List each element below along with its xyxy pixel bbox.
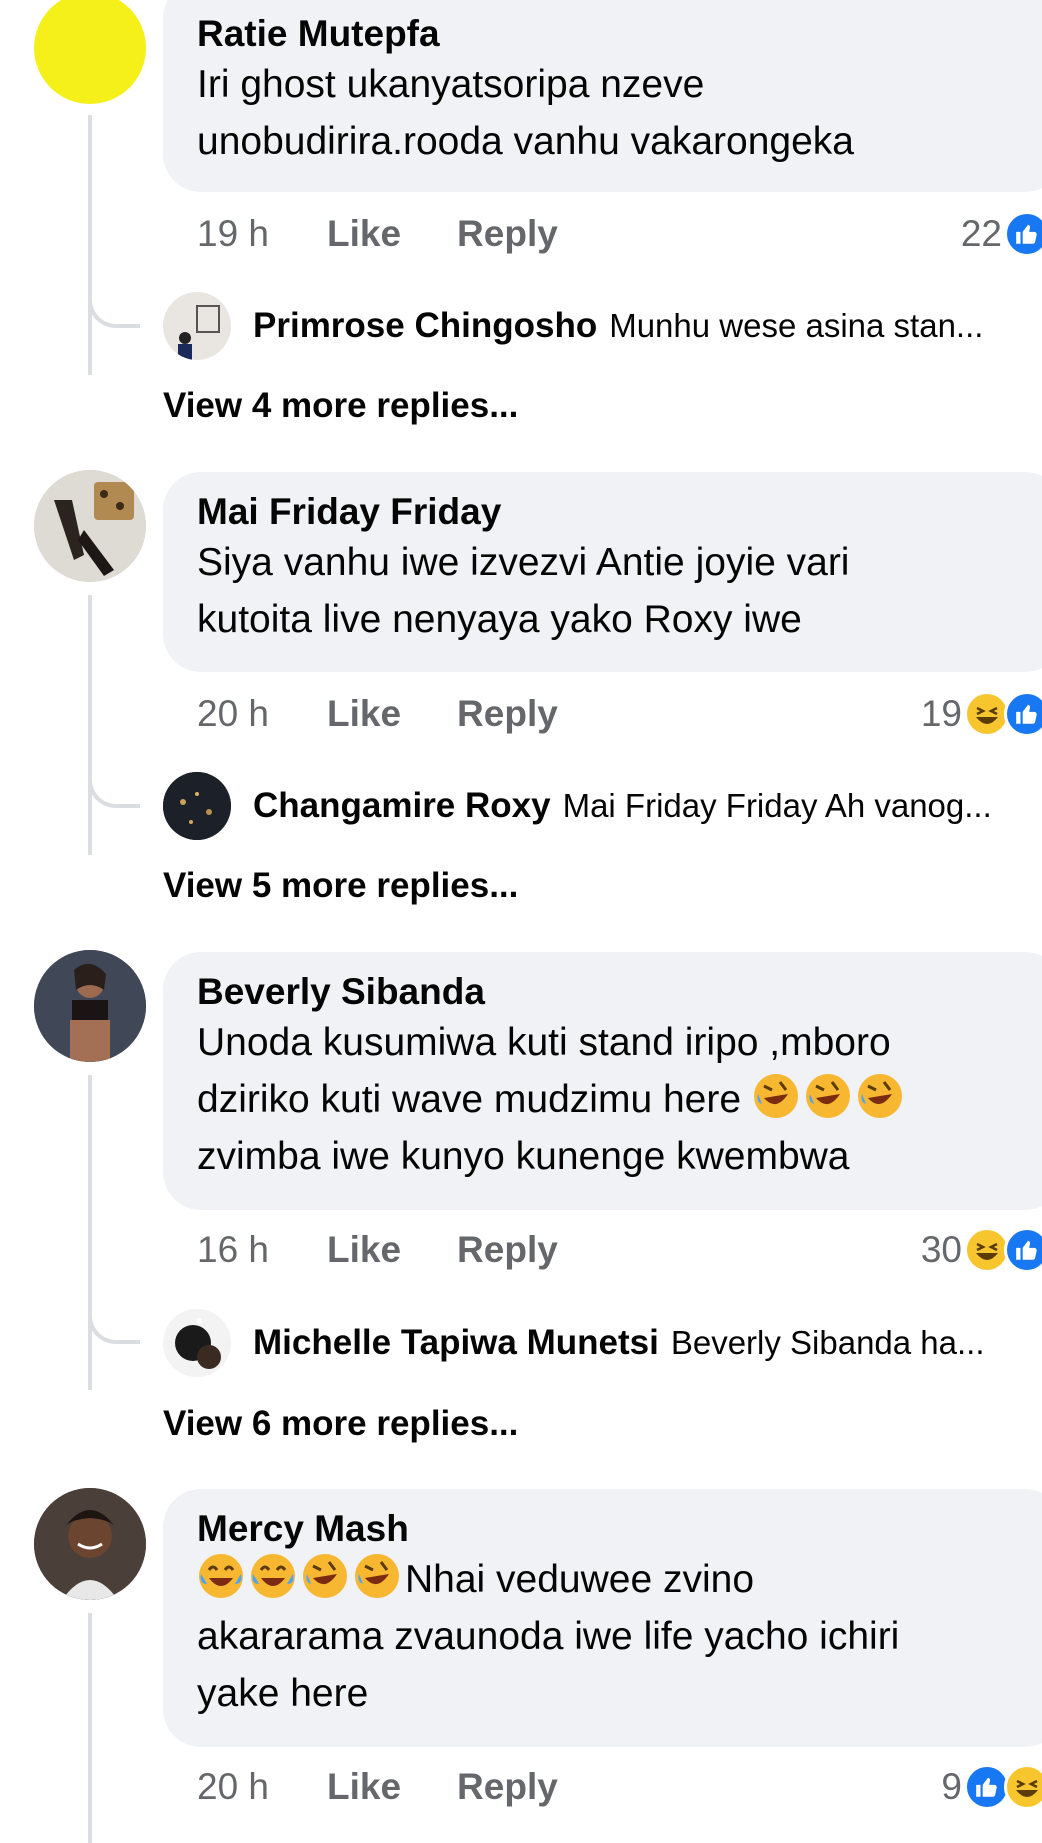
- rolling-laughing-emoji: [353, 1552, 401, 1600]
- comment-author[interactable]: Mai Friday Friday: [197, 490, 1029, 534]
- thread-line: [88, 115, 92, 375]
- reaction-summary[interactable]: 30: [921, 1225, 1042, 1275]
- reaction-count: 30: [920, 1229, 962, 1270]
- view-more-replies[interactable]: View 6 more replies...: [163, 1404, 518, 1444]
- thread-line: [88, 1613, 92, 1843]
- comment-bubble[interactable]: Mai Friday Friday Siya vanhu iwe izvezvi…: [163, 472, 1042, 672]
- reply-button[interactable]: Reply: [457, 1229, 558, 1271]
- reaction-summary[interactable]: 9: [941, 1762, 1042, 1812]
- reply-preview[interactable]: Michelle Tapiwa Munetsi Beverly Sibanda …: [163, 1308, 1042, 1378]
- like-button[interactable]: Like: [327, 1766, 401, 1808]
- comment-time[interactable]: 20 h: [197, 693, 327, 735]
- comment-text-line: dziriko kuti wave mudzimu here: [197, 1071, 1029, 1128]
- comment-text-line: kutoita live nenyaya yako Roxy iwe: [197, 598, 802, 641]
- comment-bubble[interactable]: Ratie Mutepfa Iri ghost ukanyatsoripa nz…: [163, 0, 1042, 192]
- avatar[interactable]: [34, 470, 146, 582]
- comment-text-line: zvimba iwe kunyo kunenge kwembwa: [197, 1135, 850, 1178]
- comment-text-line: yake here: [197, 1672, 369, 1715]
- avatar[interactable]: [34, 1488, 146, 1600]
- reply-button[interactable]: Reply: [457, 693, 558, 735]
- comment-author[interactable]: Beverly Sibanda: [197, 970, 1029, 1014]
- comment-author[interactable]: Ratie Mutepfa: [197, 12, 1029, 56]
- comment-text-line: unobudirira.rooda vanhu vakarongeka: [197, 120, 854, 163]
- like-button[interactable]: Like: [327, 213, 401, 255]
- thumbs-up-icon: [1004, 211, 1042, 257]
- like-button[interactable]: Like: [327, 1229, 401, 1271]
- comment-text-line: Unoda kusumiwa kuti stand iripo ,mboro: [197, 1021, 891, 1064]
- comment-meta: 20 h Like Reply 19: [197, 691, 1042, 737]
- thread-branch: [88, 1308, 140, 1344]
- reaction-count: 19: [920, 693, 962, 734]
- comment-meta: 16 h Like Reply 30: [197, 1227, 1042, 1273]
- comment-text-line: Siya vanhu iwe izvezvi Antie joyie vari: [197, 541, 850, 584]
- comment-time[interactable]: 16 h: [197, 1229, 327, 1271]
- comment-meta: 20 h Like Reply 9: [197, 1764, 1042, 1810]
- rolling-laughing-emoji: [856, 1072, 904, 1120]
- comment-text-line: Iri ghost ukanyatsoripa nzeve: [197, 63, 705, 106]
- reply-avatar[interactable]: [163, 772, 231, 840]
- rolling-laughing-emoji: [301, 1552, 349, 1600]
- reaction-summary[interactable]: 22: [961, 209, 1042, 259]
- comment-text-segment: Nhai veduwee zvino: [405, 1558, 755, 1601]
- reply-text: Munhu wese asina stan...: [609, 307, 984, 344]
- comment-meta: 19 h Like Reply 22: [197, 211, 1042, 257]
- reply-preview[interactable]: Changamire Roxy Mai Friday Friday Ah van…: [163, 771, 1042, 841]
- reply-preview[interactable]: Primrose Chingosho Munhu wese asina stan…: [163, 291, 1042, 361]
- tears-of-joy-emoji: [197, 1552, 245, 1600]
- comment-text-segment: dziriko kuti wave mudzimu here: [197, 1078, 742, 1121]
- comment-text-line: Nhai veduwee zvino: [197, 1551, 1029, 1608]
- thread-branch: [88, 292, 140, 328]
- like-button[interactable]: Like: [327, 693, 401, 735]
- reply-avatar[interactable]: [163, 292, 231, 360]
- rolling-laughing-emoji: [804, 1072, 852, 1120]
- reply-author[interactable]: Michelle Tapiwa Munetsi: [253, 1323, 659, 1363]
- thread-branch: [88, 772, 140, 808]
- reply-author[interactable]: Primrose Chingosho: [253, 306, 597, 346]
- tears-of-joy-emoji: [249, 1552, 297, 1600]
- view-more-replies[interactable]: View 5 more replies...: [163, 866, 518, 906]
- reply-button[interactable]: Reply: [457, 1766, 558, 1808]
- rolling-laughing-emoji: [752, 1072, 800, 1120]
- laughing-face-icon: [1004, 1764, 1042, 1810]
- avatar[interactable]: [34, 0, 146, 104]
- reaction-count: 9: [941, 1766, 962, 1807]
- comment-bubble[interactable]: Mercy Mash Nhai veduwee zvino akararama …: [163, 1489, 1042, 1747]
- avatar[interactable]: [34, 950, 146, 1062]
- view-more-replies[interactable]: View 4 more replies...: [163, 386, 518, 426]
- thread-line: [88, 1075, 92, 1390]
- thread-line: [88, 595, 92, 855]
- comment-bubble[interactable]: Beverly Sibanda Unoda kusumiwa kuti stan…: [163, 952, 1042, 1210]
- reply-author[interactable]: Changamire Roxy: [253, 786, 551, 826]
- thumbs-up-icon: [1004, 691, 1042, 737]
- comment-time[interactable]: 20 h: [197, 1766, 327, 1808]
- comment-text-line: akararama zvaunoda iwe life yacho ichiri: [197, 1615, 900, 1658]
- reply-text: Mai Friday Friday Ah vanog...: [562, 787, 992, 824]
- reaction-count: 22: [960, 213, 1002, 254]
- reply-avatar[interactable]: [163, 1309, 231, 1377]
- reply-text: Beverly Sibanda ha...: [670, 1324, 985, 1361]
- thumbs-up-icon: [1004, 1227, 1042, 1273]
- comment-author[interactable]: Mercy Mash: [197, 1507, 1029, 1551]
- reaction-summary[interactable]: 19: [921, 689, 1042, 739]
- comment-time[interactable]: 19 h: [197, 213, 327, 255]
- reply-button[interactable]: Reply: [457, 213, 558, 255]
